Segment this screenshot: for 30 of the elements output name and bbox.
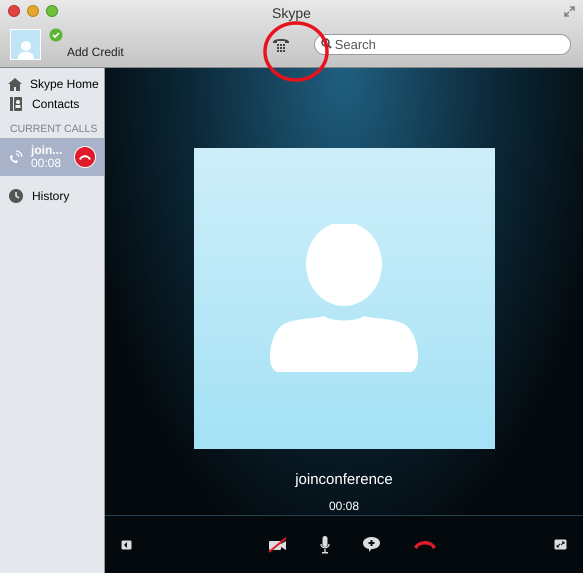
call-duration: 00:08 xyxy=(328,498,360,515)
section-heading: CURRENT CALLS xyxy=(9,122,98,137)
call-time: 00:08 xyxy=(31,157,62,170)
minimize-button[interactable] xyxy=(27,5,39,17)
ringing-phone-icon xyxy=(8,150,23,164)
add-chat-icon[interactable] xyxy=(362,536,381,553)
search-icon xyxy=(320,38,332,48)
person-silhouette-icon xyxy=(269,224,419,372)
zoom-button[interactable] xyxy=(46,5,58,17)
fullscreen-icon[interactable] xyxy=(554,539,567,550)
sidebar-item[interactable]: History xyxy=(0,186,104,206)
sidebar-item[interactable]: Skype Home xyxy=(0,74,104,94)
status-icon xyxy=(49,28,63,42)
call-name: join... xyxy=(31,144,62,157)
clock-icon xyxy=(9,189,23,203)
window-title: Skype xyxy=(272,4,311,23)
hang-up-icon[interactable] xyxy=(413,540,437,550)
microphone-icon[interactable] xyxy=(320,536,330,554)
search-field[interactable]: Search xyxy=(314,34,571,54)
video-camera-icon[interactable] xyxy=(268,536,288,552)
add-credit-link[interactable]: Add Credit xyxy=(67,43,124,61)
contacts-icon xyxy=(10,97,22,111)
hang-up-button[interactable] xyxy=(74,146,96,168)
caller-name: joinconference xyxy=(295,470,393,490)
home-icon xyxy=(8,78,22,90)
annotation-circle xyxy=(263,21,329,82)
hang-up-icon xyxy=(78,153,92,161)
sidebar-item[interactable]: Contacts xyxy=(0,94,104,114)
sidebar-toggle-icon[interactable] xyxy=(121,540,132,550)
close-button[interactable] xyxy=(8,5,20,17)
